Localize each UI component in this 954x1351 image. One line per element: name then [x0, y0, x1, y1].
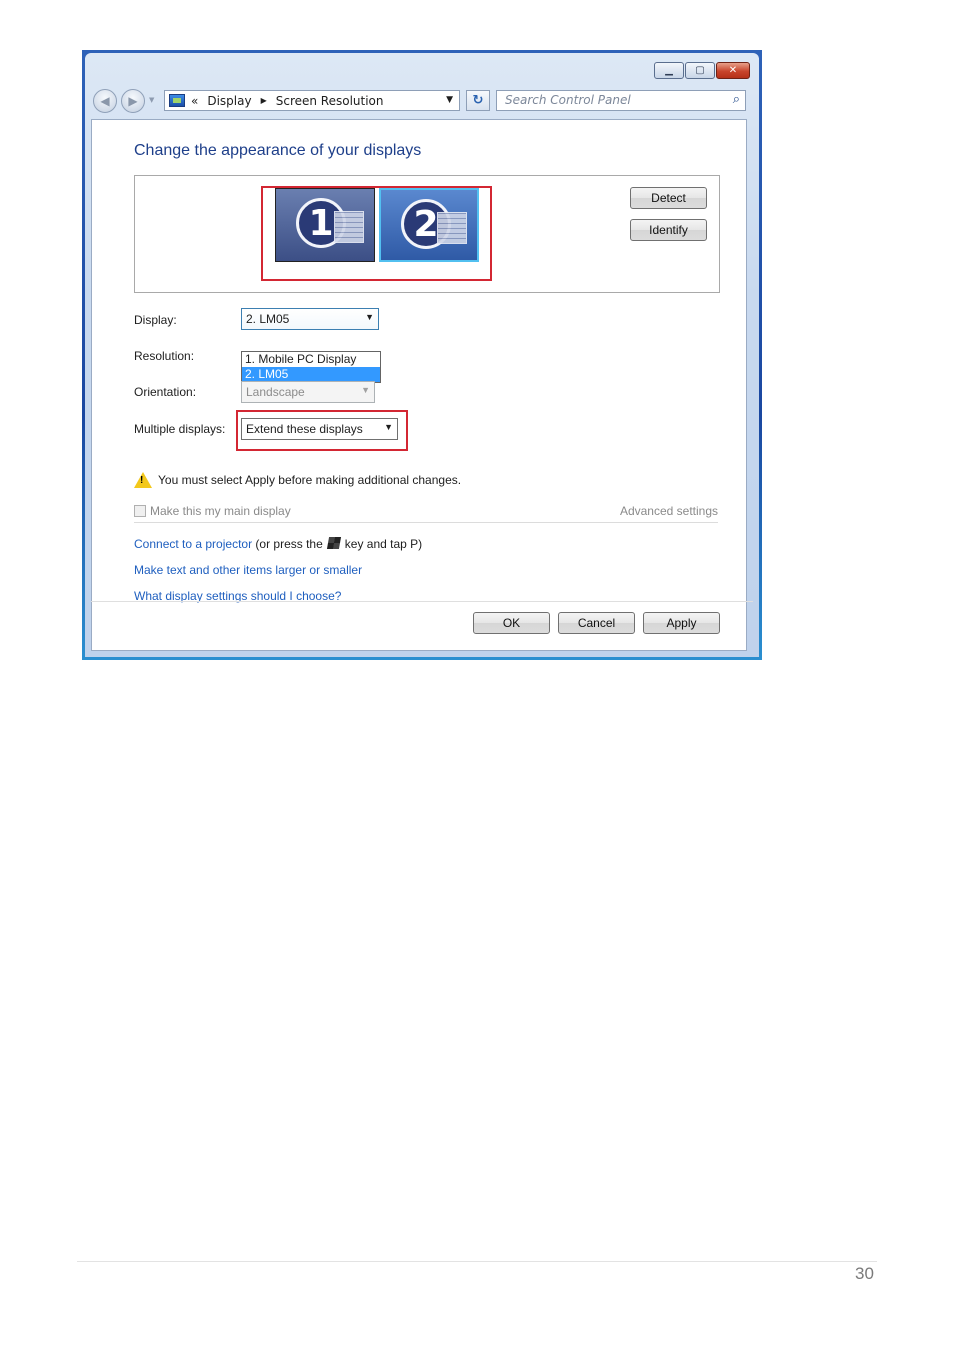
- back-arrow-icon: ◀: [100, 94, 110, 108]
- caption-buttons: ▁ ▢ ✕: [654, 62, 750, 79]
- breadcrumb-overflow[interactable]: «: [191, 94, 198, 108]
- page-title: Change the appearance of your displays: [134, 142, 422, 159]
- main-display-checkbox-label: Make this my main display: [150, 504, 291, 518]
- address-dropdown-icon[interactable]: ▼: [446, 95, 453, 105]
- breadcrumb-display[interactable]: Display: [207, 94, 251, 108]
- page-number: 30: [855, 1264, 874, 1283]
- cancel-button[interactable]: Cancel: [558, 612, 635, 634]
- warning-icon: !: [134, 472, 152, 488]
- footer-divider: [91, 601, 753, 602]
- page-footer-rule: [77, 1261, 877, 1262]
- ok-button[interactable]: OK: [473, 612, 550, 634]
- main-display-checkbox: [134, 505, 146, 517]
- windows-key-icon: [326, 537, 341, 549]
- breadcrumb-chevron-icon[interactable]: ▶: [261, 96, 267, 105]
- multiple-displays-label: Multiple displays:: [134, 422, 226, 436]
- display-option-2[interactable]: 2. LM05: [242, 367, 380, 382]
- search-icon[interactable]: ⌕: [733, 92, 740, 107]
- detect-button[interactable]: Detect: [630, 187, 707, 209]
- monitor-2[interactable]: 2: [379, 188, 479, 262]
- minimize-button[interactable]: ▁: [654, 62, 684, 79]
- multiple-displays-select[interactable]: Extend these displays ▼: [241, 418, 398, 440]
- projector-row: Connect to a projector (or press the key …: [134, 537, 422, 551]
- search-placeholder: Search Control Panel: [505, 93, 631, 107]
- breadcrumb-screen-resolution[interactable]: Screen Resolution: [276, 94, 384, 108]
- chevron-down-icon: ▼: [365, 312, 374, 322]
- display-select[interactable]: 2. LM05 ▼: [241, 308, 379, 330]
- refresh-icon: ↻: [472, 93, 484, 108]
- orientation-select: Landscape ▼: [241, 381, 375, 403]
- projector-hint-prefix: (or press the: [255, 537, 323, 551]
- monitor-1-window-icon: [334, 211, 364, 243]
- control-panel-icon: [169, 94, 185, 107]
- advanced-settings-link: Advanced settings: [619, 504, 718, 518]
- forward-button[interactable]: ▶: [121, 89, 145, 113]
- screen-resolution-window: ▁ ▢ ✕ ◀ ▶ ▼ « Display ▶ Screen Resolutio…: [82, 50, 762, 660]
- address-bar[interactable]: « Display ▶ Screen Resolution ▼: [164, 90, 460, 111]
- orientation-select-value: Landscape: [246, 385, 305, 399]
- back-button[interactable]: ◀: [93, 89, 117, 113]
- main-display-option: Make this my main display: [134, 504, 291, 518]
- search-box[interactable]: Search Control Panel ⌕: [496, 90, 746, 111]
- monitor-2-window-icon: [437, 212, 467, 244]
- recent-pages-icon[interactable]: ▼: [149, 96, 154, 104]
- maximize-button[interactable]: ▢: [685, 62, 715, 79]
- minimize-icon: ▁: [665, 65, 673, 76]
- monitor-1[interactable]: 1: [275, 188, 375, 262]
- close-icon: ✕: [728, 65, 738, 76]
- navigation-bar: ◀ ▶ ▼ « Display ▶ Screen Resolution ▼ ↻ …: [93, 87, 751, 115]
- content-pane: Change the appearance of your displays 1…: [91, 119, 747, 651]
- refresh-button[interactable]: ↻: [466, 90, 490, 111]
- divider: [134, 522, 718, 523]
- chevron-down-icon: ▼: [361, 385, 370, 395]
- maximize-icon: ▢: [695, 65, 705, 76]
- chevron-down-icon: ▼: [384, 422, 393, 432]
- display-option-1[interactable]: 1. Mobile PC Display: [242, 352, 380, 367]
- projector-hint-suffix: key and tap P): [344, 537, 423, 551]
- warning-text: You must select Apply before making addi…: [158, 473, 462, 487]
- close-button[interactable]: ✕: [716, 62, 750, 79]
- orientation-label: Orientation:: [134, 385, 197, 399]
- display-arrangement-area: 1 2 Detect Identify: [134, 175, 720, 293]
- apply-warning: ! You must select Apply before making ad…: [134, 472, 461, 488]
- display-select-value: 2. LM05: [246, 312, 290, 326]
- connect-projector-link[interactable]: Connect to a projector: [134, 537, 252, 551]
- identify-button[interactable]: Identify: [630, 219, 707, 241]
- window-frame: ▁ ▢ ✕ ◀ ▶ ▼ « Display ▶ Screen Resolutio…: [85, 53, 759, 657]
- display-dropdown-list: 1. Mobile PC Display 2. LM05: [241, 351, 381, 383]
- resolution-label: Resolution:: [134, 349, 195, 363]
- apply-button[interactable]: Apply: [643, 612, 720, 634]
- multiple-displays-select-value: Extend these displays: [246, 422, 363, 436]
- text-size-link[interactable]: Make text and other items larger or smal…: [134, 563, 362, 577]
- display-label: Display:: [134, 313, 177, 327]
- forward-arrow-icon: ▶: [128, 94, 138, 108]
